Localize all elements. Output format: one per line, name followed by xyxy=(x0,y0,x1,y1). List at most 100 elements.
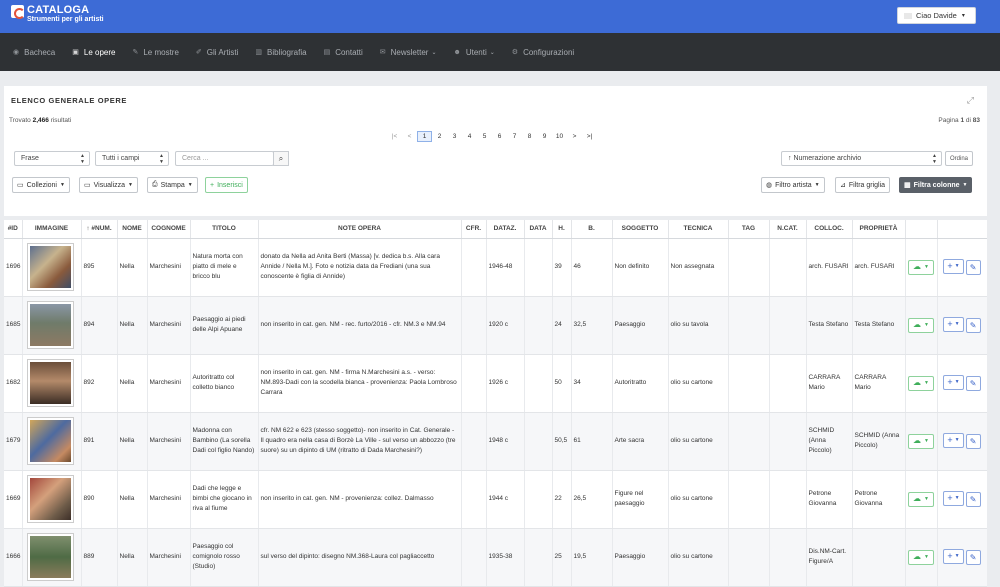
sort-select[interactable]: ↑ Numerazione archivio ▲ ▼ xyxy=(781,151,942,166)
page-link[interactable]: > xyxy=(567,131,582,142)
table-row[interactable]: 1679 891 Nella Marchesini Madonna con Bambin… xyxy=(4,412,987,471)
edit-button[interactable]: ✎ xyxy=(965,260,981,276)
column-header[interactable]: NOTE OPERA xyxy=(258,220,462,239)
column-header[interactable]: B. xyxy=(571,220,613,239)
page-link[interactable]: 8 xyxy=(522,131,537,142)
page-link[interactable]: >| xyxy=(582,131,597,142)
column-header[interactable]: DATAZ. xyxy=(486,220,525,239)
column-header[interactable]: COGNOME xyxy=(147,220,191,239)
column-header[interactable]: #ID xyxy=(4,220,23,239)
column-header[interactable]: ↑ #NUM. xyxy=(81,220,118,239)
page-link[interactable]: 7 xyxy=(507,131,522,142)
cell-soggetto: Non definito xyxy=(612,238,669,297)
collections-button[interactable]: ▭ Collezioni ▼ xyxy=(12,177,70,193)
column-filter-button[interactable]: ▦ Filtra colonne ▼ xyxy=(899,177,973,193)
edit-button[interactable]: ✎ xyxy=(965,492,981,508)
page-link[interactable]: 3 xyxy=(447,131,462,142)
column-header[interactable]: TAG xyxy=(728,220,770,239)
nav-item-bibliografia[interactable]: ▥ Bibliografia xyxy=(255,48,306,57)
column-header[interactable]: TITOLO xyxy=(190,220,259,239)
page-link[interactable]: |< xyxy=(387,131,402,142)
artwork-thumbnail[interactable] xyxy=(26,243,74,291)
cloud-upload-button[interactable]: ☁ ▼ xyxy=(908,317,934,333)
app-logo[interactable]: CATALOGA Strumenti per gli artisti xyxy=(11,4,104,24)
column-header[interactable]: PROPRIETÀ xyxy=(852,220,906,239)
artwork-thumbnail[interactable] xyxy=(26,475,74,523)
search-input[interactable]: Cerca ... xyxy=(175,151,274,166)
cloud-upload-button[interactable]: ☁ ▼ xyxy=(908,491,934,507)
edit-button[interactable]: ✎ xyxy=(965,376,981,392)
add-menu-button[interactable]: + ▼ xyxy=(943,258,964,274)
page-link[interactable]: 6 xyxy=(492,131,507,142)
table-row[interactable]: 1685 894 Nella Marchesini Paesaggio ai piedi… xyxy=(4,296,987,355)
search-button[interactable]: ⌕ xyxy=(273,151,289,166)
add-menu-button[interactable]: + ▼ xyxy=(943,316,964,332)
fields-select[interactable]: Tutti i campi ▲ ▼ xyxy=(95,151,169,166)
nav-item-gli-artisti[interactable]: ✐ Gli Artisti xyxy=(196,48,238,57)
column-header[interactable]: H. xyxy=(552,220,572,239)
page-link[interactable]: 9 xyxy=(537,131,552,142)
nav-item-utenti[interactable]: ☻ Utenti ⌄ xyxy=(453,48,494,57)
column-header[interactable]: COLLOC. xyxy=(806,220,853,239)
table-row[interactable]: 1669 890 Nella Marchesini Dadi che legge e b… xyxy=(4,470,987,529)
column-header[interactable]: TECNICA xyxy=(668,220,729,239)
cell-h: 50 xyxy=(552,354,572,413)
page-link[interactable]: < xyxy=(402,131,417,142)
artwork-thumbnail[interactable] xyxy=(26,417,74,465)
table-row[interactable]: 1666 889 Nella Marchesini Paesaggio col comi… xyxy=(4,528,987,587)
user-menu-button[interactable]: Ciao Davide ▾ xyxy=(897,7,976,24)
artist-filter-button[interactable]: ◍ Filtro artista ▼ xyxy=(761,177,825,193)
column-header[interactable] xyxy=(905,220,938,239)
column-header[interactable]: CFR. xyxy=(461,220,487,239)
cell-id: 1669 xyxy=(4,470,23,529)
artwork-thumbnail[interactable] xyxy=(26,301,74,349)
cell-cfr xyxy=(461,528,487,587)
artwork-thumbnail[interactable] xyxy=(26,533,74,581)
page-link[interactable]: 2 xyxy=(432,131,447,142)
insert-button[interactable]: + Inserisci xyxy=(205,177,248,193)
column-header[interactable]: DATA xyxy=(524,220,553,239)
expand-icon[interactable]: ⤢ xyxy=(967,95,974,106)
page-link[interactable]: 1 xyxy=(417,131,432,142)
nav-item-le-mostre[interactable]: ✎ Le mostre xyxy=(132,48,178,57)
nav-item-bacheca[interactable]: ◉ Bacheca xyxy=(13,48,55,57)
page-link[interactable]: 5 xyxy=(477,131,492,142)
column-header[interactable] xyxy=(937,220,987,239)
table-row[interactable]: 1696 895 Nella Marchesini Natura morta con p… xyxy=(4,238,987,297)
table-row[interactable]: 1682 892 Nella Marchesini Autoritratto col c… xyxy=(4,354,987,413)
add-menu-button[interactable]: + ▼ xyxy=(943,432,964,448)
print-button[interactable]: ⎙ Stampa ▼ xyxy=(147,177,198,193)
grid-filter-button[interactable]: ⊿ Filtra griglia xyxy=(835,177,891,193)
edit-button[interactable]: ✎ xyxy=(965,434,981,450)
cell-num: 892 xyxy=(81,354,118,413)
cloud-upload-button[interactable]: ☁ ▼ xyxy=(908,375,934,391)
add-menu-button[interactable]: + ▼ xyxy=(943,490,964,506)
cell-cognome: Marchesini xyxy=(147,470,191,529)
column-header[interactable]: N.CAT. xyxy=(769,220,807,239)
page-link[interactable]: 10 xyxy=(552,131,567,142)
cell-ncat xyxy=(769,470,807,529)
order-button[interactable]: Ordina xyxy=(945,151,974,166)
cloud-upload-button[interactable]: ☁ ▼ xyxy=(908,259,934,275)
nav-item-contatti[interactable]: ▤ Contatti xyxy=(324,48,363,57)
artwork-thumbnail[interactable] xyxy=(26,359,74,407)
cell-h: 24 xyxy=(552,296,572,355)
edit-button[interactable]: ✎ xyxy=(965,550,981,566)
cloud-upload-button[interactable]: ☁ ▼ xyxy=(908,433,934,449)
edit-button[interactable]: ✎ xyxy=(965,318,981,334)
column-header[interactable]: IMMAGINE xyxy=(22,220,82,239)
column-header[interactable]: SOGGETTO xyxy=(612,220,669,239)
cell-id: 1696 xyxy=(4,238,23,297)
nav-item-configurazioni[interactable]: ⚙ Configurazioni xyxy=(512,48,574,57)
page-link[interactable]: 4 xyxy=(462,131,477,142)
nav-item-le-opere[interactable]: ▣ Le opere xyxy=(72,48,115,57)
phrase-select[interactable]: Frase ▲ ▼ xyxy=(14,151,90,166)
column-header[interactable]: NOME xyxy=(117,220,148,239)
view-button[interactable]: ▭ Visualizza ▼ xyxy=(79,177,138,193)
nav-label: Configurazioni xyxy=(523,47,575,57)
pencil-icon: ✎ xyxy=(969,263,977,273)
add-menu-button[interactable]: + ▼ xyxy=(943,548,964,564)
add-menu-button[interactable]: + ▼ xyxy=(943,374,964,390)
cloud-upload-button[interactable]: ☁ ▼ xyxy=(908,549,934,565)
nav-item-newsletter[interactable]: ✉ Newsletter ⌄ xyxy=(380,48,437,57)
